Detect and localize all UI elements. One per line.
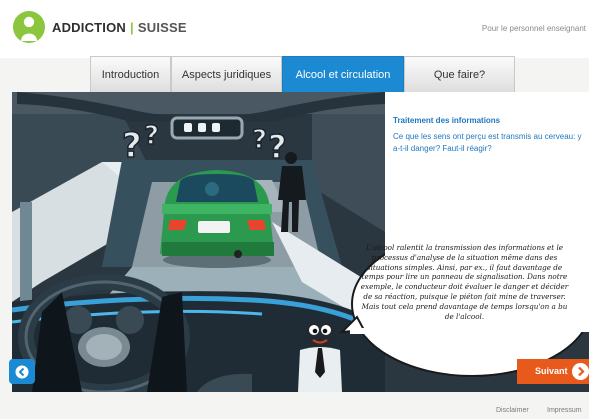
- tab-que-faire[interactable]: Que faire?: [404, 56, 515, 92]
- svg-text:?: ?: [122, 126, 142, 166]
- svg-text:?: ?: [144, 121, 159, 151]
- panel-text: Ce que les sens ont perçu est transmis a…: [393, 132, 582, 153]
- main-tabs: Introduction Aspects juridiques Alcool e…: [90, 56, 515, 92]
- tab-aspects-juridiques[interactable]: Aspects juridiques: [171, 56, 282, 92]
- arrow-left-icon: [15, 365, 29, 378]
- tab-introduction[interactable]: Introduction: [90, 56, 171, 92]
- addiction-suisse-logo[interactable]: [12, 10, 46, 44]
- speech-bubble-text: L'alcool ralentit la transmission des in…: [360, 243, 569, 321]
- brand-name-part2: SUISSE: [137, 20, 187, 35]
- svg-text:?: ?: [252, 125, 267, 155]
- audience-link[interactable]: Pour le personnel enseignant: [482, 24, 586, 33]
- tab-alcool-et-circulation[interactable]: Alcool et circulation: [282, 56, 404, 92]
- brand-name-part1: ADDICTION: [52, 20, 127, 35]
- footer: [0, 392, 589, 419]
- svg-text:?: ?: [268, 128, 287, 166]
- next-button-label: Suivant: [535, 366, 568, 376]
- back-button[interactable]: [9, 359, 35, 384]
- brand-separator: |: [130, 20, 134, 35]
- disclaimer-link[interactable]: Disclaimer: [496, 407, 529, 414]
- brand-name: ADDICTION | SUISSE: [52, 20, 187, 35]
- next-button[interactable]: Suivant: [517, 359, 589, 384]
- arrow-right-icon: [572, 363, 589, 380]
- panel-title: Traitement des informations: [393, 116, 501, 125]
- header: ADDICTION | SUISSE Pour le personnel ensei…: [0, 0, 589, 58]
- impressum-link[interactable]: Impressum: [547, 407, 582, 414]
